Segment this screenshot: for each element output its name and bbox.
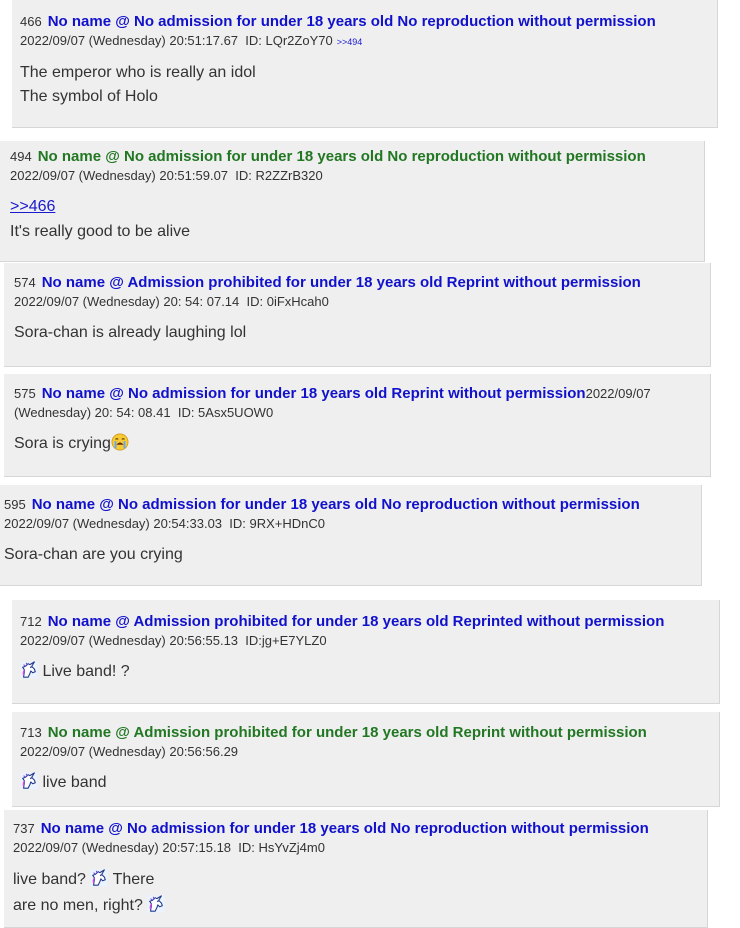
post-header: 574 No name @ Admission prohibited for un… [14, 273, 700, 293]
post-id: ID: 5Asx5UOW0 [177, 405, 274, 420]
post-date: 2022/09/07 (Wednesday) 20:56:55.13 [20, 633, 239, 648]
post-body: live band? There are no men, right? [13, 867, 698, 919]
post-body: Sora-chan is already laughing lol [14, 321, 700, 345]
post-date: 2022/09/07 (Wednesday) 20:51:17.67 [20, 33, 239, 48]
post-date: 2022/09/07 (Wednesday) 20:51:59.07 [10, 168, 229, 183]
crying-face-emoji-icon [111, 433, 129, 451]
post-466: 466 No name @ No admission for under 18 y… [12, 0, 718, 128]
post-date: 2022/09/07 (Wednesday) 20:57:15.18 [13, 840, 232, 855]
post-id: ID:jg+E7YLZ0 [245, 633, 327, 648]
poster-name: No name @ Admission prohibited for under… [47, 724, 647, 741]
post-595: 595 No name @ No admission for under 18 y… [0, 485, 702, 586]
post-line: are no men, right? [13, 893, 698, 919]
post-header: 575 No name @ No admission for under 18 y… [14, 384, 700, 404]
poster-name: No name @ No admission for under 18 year… [31, 496, 640, 513]
post-number: 712 [20, 614, 42, 629]
post-line: It's really good to be alive [10, 223, 191, 240]
post-line: Sora-chan is already laughing lol [14, 324, 247, 341]
post-number: 574 [14, 275, 36, 290]
post-id: ID: 9RX+HDnC0 [229, 516, 326, 531]
post-id: ID: 0iFxHcah0 [246, 294, 329, 309]
poster-name: No name @ Admission prohibited for under… [41, 274, 641, 291]
post-header: 712 No name @ Admission prohibited for un… [20, 612, 711, 632]
post-meta: 2022/09/07 (Wednesday) 20:54:33.03 ID: 9… [4, 515, 697, 533]
post-id: ID: R2ZZrB320 [235, 168, 323, 183]
post-header: 713 No name @ Admission prohibited for un… [20, 723, 711, 743]
unicorn-emoji-icon [90, 869, 108, 887]
quote-anchor-link[interactable]: >>466 [10, 194, 694, 219]
post-line: Live band! ? [42, 663, 130, 680]
post-text: There [112, 871, 155, 888]
post-text: live band? [13, 871, 86, 888]
poster-name: No name @ No admission for under 18 year… [47, 13, 656, 30]
post-737: 737 No name @ No admission for under 18 y… [4, 810, 708, 928]
unicorn-emoji-icon [147, 895, 165, 913]
post-meta: 2022/09/07 (Wednesday) 20:57:15.18 ID: H… [13, 839, 698, 857]
post-number: 466 [20, 14, 42, 29]
post-date-end: (Wednesday) 20: 54: 08.41 [14, 405, 171, 420]
post-body: Sora is crying [14, 432, 700, 456]
reply-link[interactable]: >>494 [337, 37, 363, 47]
post-meta: 2022/09/07 (Wednesday) 20:56:55.13 ID:jg… [20, 632, 711, 650]
poster-name: No name @ No admission for under 18 year… [37, 148, 646, 165]
post-meta: 2022/09/07 (Wednesday) 20:51:17.67 ID: L… [20, 32, 709, 51]
post-number: 575 [14, 386, 36, 401]
post-id: ID: HsYvZj4m0 [238, 840, 325, 855]
post-body: Sora-chan are you crying [4, 543, 697, 567]
post-header: 494 No name @ No admission for under 18 y… [10, 147, 694, 167]
post-line: live band? There [13, 867, 698, 893]
post-date: 2022/09/07 (Wednesday) 20:54:33.03 [4, 516, 223, 531]
post-line: The emperor who is really an idol [20, 64, 256, 81]
unicorn-emoji-icon [20, 661, 38, 679]
post-body: Live band! ? [20, 660, 711, 684]
post-meta: 2022/09/07 (Wednesday) 20:51:59.07 ID: R… [10, 167, 694, 185]
post-header: 595 No name @ No admission for under 18 y… [4, 495, 697, 515]
post-575: 575 No name @ No admission for under 18 y… [4, 374, 711, 477]
post-date: 2022/09/07 (Wednesday) 20: 54: 07.14 [14, 294, 240, 309]
post-meta: 2022/09/07 (Wednesday) 20: 54: 07.14 ID:… [14, 293, 700, 311]
post-body: live band [20, 771, 711, 795]
post-line: Sora-chan are you crying [4, 546, 183, 563]
unicorn-emoji-icon [20, 772, 38, 790]
poster-name: No name @ Admission prohibited for under… [47, 613, 665, 630]
post-number: 737 [13, 821, 35, 836]
poster-name: No name @ No admission for under 18 year… [41, 385, 586, 402]
poster-name: No name @ No admission for under 18 year… [40, 820, 649, 837]
post-574: 574 No name @ Admission prohibited for un… [4, 263, 711, 367]
post-number: 595 [4, 497, 26, 512]
post-id: ID: LQr2ZoY70 [245, 33, 333, 48]
post-date-start: 2022/09/07 [585, 386, 651, 401]
post-number: 494 [10, 149, 32, 164]
post-meta: (Wednesday) 20: 54: 08.41 ID: 5Asx5UOW0 [14, 404, 700, 422]
post-713: 713 No name @ Admission prohibited for un… [12, 712, 720, 807]
post-header: 737 No name @ No admission for under 18 y… [13, 819, 698, 839]
post-494: 494 No name @ No admission for under 18 y… [0, 141, 705, 262]
post-body: The emperor who is really an idol The sy… [20, 61, 709, 109]
post-header: 466 No name @ No admission for under 18 y… [20, 12, 709, 32]
post-712: 712 No name @ Admission prohibited for un… [12, 600, 720, 704]
post-meta: 2022/09/07 (Wednesday) 20:56:56.29 [20, 743, 711, 761]
post-line: The symbol of Holo [20, 88, 158, 105]
post-line: Sora is crying [14, 435, 111, 452]
post-line: live band [42, 774, 107, 791]
post-body: >>466 It's really good to be alive [10, 194, 694, 244]
post-date: 2022/09/07 (Wednesday) 20:56:56.29 [20, 744, 239, 759]
post-number: 713 [20, 725, 42, 740]
post-text: are no men, right? [13, 897, 143, 914]
